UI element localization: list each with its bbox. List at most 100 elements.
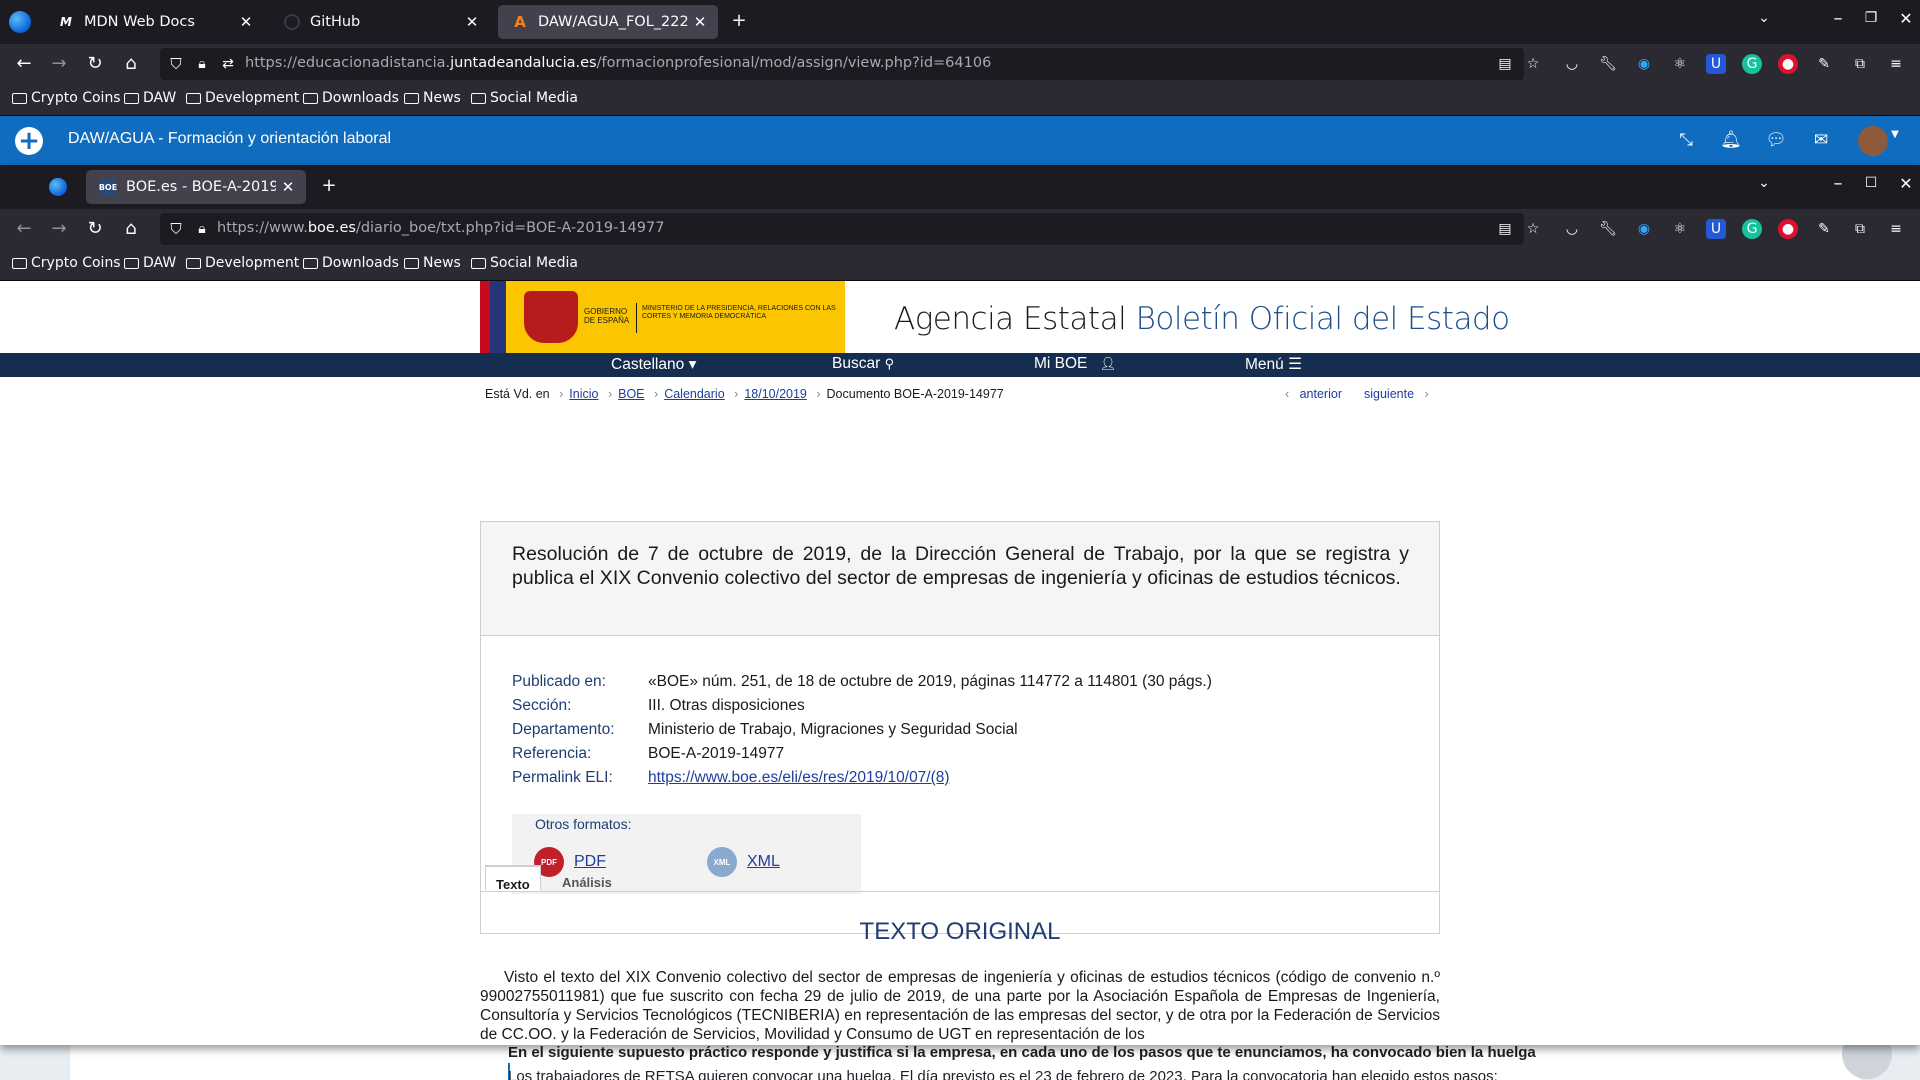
shield-icon[interactable]: ⛉: [164, 217, 188, 241]
pocket-icon[interactable]: ◡: [1562, 219, 1582, 239]
tab-list-chevron-icon[interactable]: ⌄: [1749, 10, 1779, 26]
bookmark-development[interactable]: Development: [186, 255, 299, 271]
bookmark-downloads[interactable]: Downloads: [303, 90, 399, 106]
bookmark-star-icon[interactable]: ☆: [1523, 219, 1543, 239]
bookmark-daw[interactable]: DAW: [124, 90, 176, 106]
bookmark-social-media[interactable]: Social Media: [471, 255, 578, 271]
bitwarden-icon[interactable]: U: [1706, 54, 1726, 74]
maximize-button[interactable]: ☐: [1856, 175, 1886, 191]
permissions-icon[interactable]: ⇄: [216, 52, 240, 76]
chevron-right-icon: ›: [1424, 387, 1429, 401]
tab-github[interactable]: GitHub ✕: [270, 5, 490, 39]
xml-download[interactable]: XML XML: [707, 847, 780, 877]
chevron-down-icon[interactable]: ▼: [1888, 129, 1902, 140]
inner-browser-window: BOE BOE.es - BOE-A-2019-14977 ✕ + ⌄ – ☐ …: [0, 165, 1920, 1045]
menu-hamburger-icon[interactable]: ≡: [1886, 219, 1906, 239]
react-devtools-icon[interactable]: ⚛: [1670, 219, 1690, 239]
breadcrumb-prefix: Está Vd. en: [485, 387, 550, 401]
bookmark-news[interactable]: News: [404, 255, 461, 271]
prev-link[interactable]: ‹ anterior: [1285, 387, 1342, 401]
extension-target-icon[interactable]: ◉: [1634, 219, 1654, 239]
agency-title[interactable]: Agencia Estatal Boletín Oficial del Esta…: [894, 301, 1510, 337]
react-devtools-icon[interactable]: ⚛: [1670, 54, 1690, 74]
back-arrow-icon[interactable]: ←: [12, 217, 36, 241]
new-tab-button[interactable]: +: [314, 175, 344, 196]
tab-moodle[interactable]: A DAW/AGUA_FOL_2223: Tar ✕: [498, 5, 718, 39]
next-link[interactable]: siguiente ›: [1364, 387, 1429, 401]
wrench-icon[interactable]: 🔧︎: [1598, 219, 1618, 239]
forward-arrow-icon[interactable]: →: [47, 217, 71, 241]
shield-icon[interactable]: ⛉: [164, 52, 188, 76]
add-icon[interactable]: +: [15, 127, 43, 155]
close-window-button[interactable]: ✕: [1891, 174, 1920, 193]
lock-icon[interactable]: 🔒︎: [190, 217, 214, 241]
mail-icon[interactable]: ✉: [1809, 130, 1833, 150]
pdf-link[interactable]: PDF: [574, 853, 606, 871]
extensions-puzzle-icon[interactable]: ⧉: [1850, 219, 1870, 239]
permalink-link[interactable]: https://www.boe.es/eli/es/res/2019/10/07…: [648, 766, 950, 790]
tab-list-chevron-icon[interactable]: ⌄: [1749, 175, 1779, 191]
search-menu[interactable]: Buscar ⚲: [832, 355, 894, 373]
menu-hamburger-icon[interactable]: ≡: [1886, 54, 1906, 74]
bell-icon[interactable]: 🔔︎: [1719, 130, 1743, 150]
color-picker-icon[interactable]: ✎: [1814, 219, 1834, 239]
minimize-button[interactable]: –: [1823, 173, 1853, 194]
reader-view-icon[interactable]: ▤: [1495, 54, 1515, 74]
extension-target-icon[interactable]: ◉: [1634, 54, 1654, 74]
record-icon[interactable]: ●: [1778, 219, 1798, 239]
record-icon[interactable]: ●: [1778, 54, 1798, 74]
breadcrumb-date[interactable]: 18/10/2019: [744, 387, 807, 401]
fullscreen-icon[interactable]: ⤡: [1674, 130, 1698, 150]
bookmark-news[interactable]: News: [404, 90, 461, 106]
reload-icon[interactable]: ↻: [83, 52, 107, 76]
moodle-course-title: DAW/AGUA - Formación y orientación labor…: [68, 130, 392, 147]
color-picker-icon[interactable]: ✎: [1814, 54, 1834, 74]
bookmark-social-media[interactable]: Social Media: [471, 90, 578, 106]
main-menu[interactable]: Menú ☰: [1245, 355, 1302, 374]
back-arrow-icon[interactable]: ←: [12, 52, 36, 76]
tab-mdn[interactable]: M MDN Web Docs ✕: [44, 5, 264, 39]
close-icon[interactable]: ✕: [688, 13, 712, 31]
bitwarden-icon[interactable]: U: [1706, 219, 1726, 239]
minimize-button[interactable]: –: [1823, 8, 1853, 29]
lock-icon[interactable]: 🔒︎: [190, 52, 214, 76]
bookmark-star-icon[interactable]: ☆: [1523, 54, 1543, 74]
home-icon[interactable]: ⌂: [119, 217, 143, 241]
bookmark-daw[interactable]: DAW: [124, 255, 176, 271]
github-icon: [284, 14, 300, 30]
home-icon[interactable]: ⌂: [119, 52, 143, 76]
close-icon[interactable]: ✕: [234, 13, 258, 31]
forward-arrow-icon[interactable]: →: [47, 52, 71, 76]
close-icon[interactable]: ✕: [460, 13, 484, 31]
chat-icon[interactable]: 💬︎: [1764, 130, 1788, 150]
extensions-puzzle-icon[interactable]: ⧉: [1850, 54, 1870, 74]
bookmark-crypto-coins[interactable]: Crypto Coins: [12, 90, 121, 106]
pocket-icon[interactable]: ◡: [1562, 54, 1582, 74]
folder-icon: [471, 92, 486, 104]
breadcrumb-boe[interactable]: BOE: [618, 387, 644, 401]
grammarly-icon[interactable]: G: [1742, 54, 1762, 74]
bookmark-crypto-coins[interactable]: Crypto Coins: [12, 255, 121, 271]
pdf-download[interactable]: PDF PDF: [534, 847, 606, 877]
reload-icon[interactable]: ↻: [83, 217, 107, 241]
inner-bookmarks-bar: Crypto Coins DAW Development Downloads N…: [0, 249, 1920, 281]
mi-boe-menu[interactable]: Mi BOE 👤︎: [1034, 355, 1116, 373]
tab-boe[interactable]: BOE BOE.es - BOE-A-2019-14977 ✕: [86, 170, 306, 204]
avatar[interactable]: [1858, 126, 1888, 156]
new-tab-button[interactable]: +: [724, 10, 754, 31]
grammarly-icon[interactable]: G: [1742, 219, 1762, 239]
inner-url-bar[interactable]: ⛉ 🔒︎ https://www.boe.es/diario_boe/txt.p…: [160, 213, 1524, 245]
bookmark-downloads[interactable]: Downloads: [303, 255, 399, 271]
reader-view-icon[interactable]: ▤: [1495, 219, 1515, 239]
breadcrumb-calendario[interactable]: Calendario: [664, 387, 724, 401]
close-window-button[interactable]: ✕: [1891, 9, 1920, 28]
breadcrumb-inicio[interactable]: Inicio: [569, 387, 598, 401]
restore-button[interactable]: ❐: [1856, 10, 1886, 26]
outer-url-bar[interactable]: ⛉ 🔒︎ ⇄ https://educacionadistancia.junta…: [160, 48, 1524, 80]
language-menu[interactable]: Castellano ▾: [611, 355, 696, 374]
close-icon[interactable]: ✕: [276, 178, 300, 196]
moodle-icon: A: [514, 13, 526, 31]
wrench-icon[interactable]: 🔧︎: [1598, 54, 1618, 74]
bookmark-development[interactable]: Development: [186, 90, 299, 106]
xml-link[interactable]: XML: [747, 853, 780, 871]
